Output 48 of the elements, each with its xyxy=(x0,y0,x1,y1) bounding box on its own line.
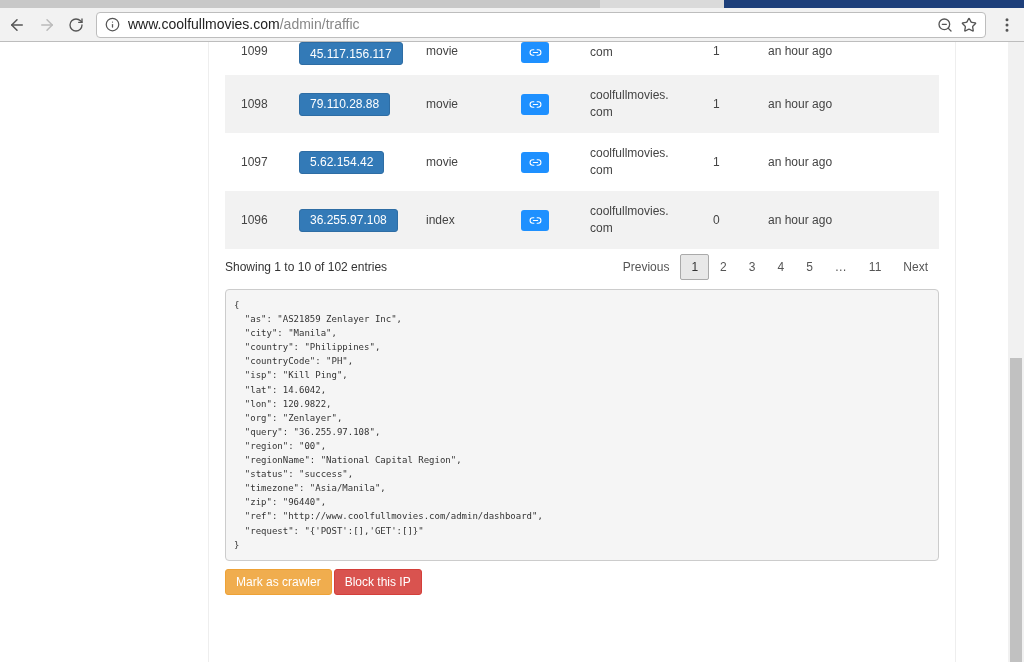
scrollbar[interactable] xyxy=(1008,42,1024,662)
ip-button[interactable]: 45.117.156.117 xyxy=(299,42,403,65)
pagination-link[interactable]: Previous xyxy=(611,254,681,280)
hits-cell-text: 0 xyxy=(713,212,721,229)
time-cell-text: an hour ago xyxy=(768,212,833,229)
ip-button[interactable]: 36.255.97.108 xyxy=(299,208,398,232)
bookmark-star-icon[interactable] xyxy=(961,16,977,33)
block-ip-button[interactable]: Block this IP xyxy=(333,568,422,595)
json-output: { "as": "AS21859 Zenlayer Inc", "city": "Manila", "country": "Philippines", "countryCode": "PH", "isp": "Kill Ping", "lat": 14.6042, "lon": 120.9822, "org": "Zenlayer", "query": "36.255.97.108", "region": "00", "regionName": "National Capital Region", "status": "success", "timezone": "Asia/Manila", "zip": "96440", "ref": "http://www.coolfullmovies.com/admin/dashboard", "request": "{'POST':[],'GET':[]}" } xyxy=(225,289,939,561)
page-cell-text: movie xyxy=(426,154,459,171)
link-icon xyxy=(528,46,542,59)
ip-button[interactable]: 79.110.28.88 xyxy=(299,92,391,116)
url-text: www.coolfullmovies.com/admin/traffic xyxy=(128,15,360,34)
domain-cell-text: coolfullmovies. com xyxy=(590,145,670,179)
domain-cell-text: coolfullmovies. com xyxy=(590,87,670,121)
link-button[interactable] xyxy=(521,209,549,231)
id-cell-text: 1096 xyxy=(240,212,269,229)
page-cell-text: index xyxy=(426,212,456,229)
link-button[interactable] xyxy=(521,151,549,173)
id-cell-text: 1099 xyxy=(240,43,269,60)
zoom-icon[interactable] xyxy=(937,16,953,33)
address-bar[interactable]: www.coolfullmovies.com/admin/traffic xyxy=(96,11,986,38)
pagination-link[interactable]: 1 xyxy=(680,254,710,280)
link-button[interactable] xyxy=(521,42,549,63)
entries-info: Showing 1 to 10 of 102 entries xyxy=(225,259,388,276)
pagination-link[interactable]: 3 xyxy=(737,254,767,280)
ip-button[interactable]: 5.62.154.42 xyxy=(299,150,385,174)
link-button[interactable] xyxy=(521,93,549,115)
time-cell-text: an hour ago xyxy=(768,43,833,60)
pagination-link[interactable]: 5 xyxy=(795,254,824,280)
time-cell-text: an hour ago xyxy=(768,154,833,171)
id-cell-text: 1097 xyxy=(240,154,269,171)
page-cell-text: movie xyxy=(426,96,459,113)
pagination-link[interactable]: Next xyxy=(892,254,939,280)
domain-cell-text: com xyxy=(590,44,614,61)
time-cell-text: an hour ago xyxy=(768,96,833,113)
page-cell-text: movie xyxy=(426,43,459,60)
id-cell-text: 1098 xyxy=(240,96,269,113)
pagination-link[interactable]: 2 xyxy=(709,254,738,280)
info-icon xyxy=(105,17,120,32)
pagination-link[interactable]: … xyxy=(823,254,858,280)
hits-cell-text: 1 xyxy=(713,96,721,113)
domain-cell-text: coolfullmovies. com xyxy=(590,203,670,237)
pagination-link[interactable]: 4 xyxy=(766,254,796,280)
hits-cell-text: 1 xyxy=(713,43,721,60)
hits-cell-text: 1 xyxy=(713,154,721,171)
pagination-link[interactable]: 11 xyxy=(857,254,893,280)
reload-icon[interactable] xyxy=(68,16,84,33)
